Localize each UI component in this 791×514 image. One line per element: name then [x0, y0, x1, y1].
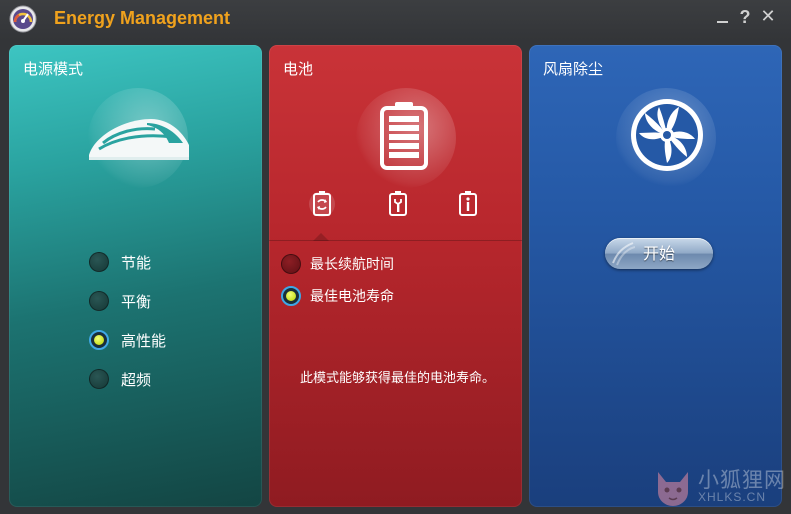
power-mode-panel: 电源模式 节能 平衡 高性能 超频	[9, 45, 262, 507]
radio-high-performance[interactable]	[89, 330, 109, 350]
power-option-label: 节能	[121, 253, 152, 272]
battery-mode-description: 此模式能够获得最佳的电池寿命。	[300, 371, 496, 386]
radio-best-lifespan[interactable]	[281, 286, 301, 306]
power-option-balanced[interactable]: 平衡	[89, 288, 151, 314]
help-button[interactable]: ?	[735, 6, 755, 28]
radio-longest-runtime[interactable]	[281, 254, 301, 274]
minimize-icon	[716, 21, 728, 23]
watermark: 小狐狸网 XHLKS.CN	[652, 466, 788, 512]
battery-info-icon[interactable]	[455, 188, 481, 218]
power-option-label: 平衡	[121, 292, 152, 311]
app-logo-icon	[9, 5, 37, 33]
radio-saving[interactable]	[89, 252, 109, 272]
app-title: Energy Management	[54, 8, 231, 28]
watermark-text-en: XHLKS.CN	[698, 490, 767, 504]
radio-balanced[interactable]	[89, 291, 109, 311]
minimize-button[interactable]	[712, 6, 732, 28]
battery-panel: 电池 最长续航时间 最佳电池寿命 此模式能够获得最佳的电池寿命。	[269, 45, 522, 507]
power-option-high-performance[interactable]: 高性能	[89, 327, 166, 353]
close-button[interactable]: ✕	[758, 6, 778, 28]
battery-refresh-icon[interactable]	[309, 188, 335, 218]
start-label: 开始	[642, 244, 675, 263]
train-icon	[89, 119, 189, 160]
power-option-saving[interactable]: 节能	[89, 249, 151, 275]
power-mode-title: 电源模式	[23, 60, 84, 78]
start-button[interactable]: 开始	[605, 238, 713, 269]
battery-option-label: 最佳电池寿命	[310, 289, 394, 305]
fan-dust-panel: 风扇除尘 开始	[529, 45, 782, 507]
title-bar: Energy Management ? ✕	[0, 0, 791, 40]
power-option-overclock[interactable]: 超频	[89, 366, 151, 392]
fox-icon	[658, 472, 688, 506]
battery-option-best-lifespan[interactable]: 最佳电池寿命	[281, 283, 394, 309]
battery-wrench-icon[interactable]	[385, 188, 411, 218]
power-option-label: 超频	[121, 370, 152, 389]
battery-option-label: 最长续航时间	[310, 257, 394, 273]
fan-icon	[631, 99, 703, 171]
battery-title: 电池	[283, 60, 314, 78]
battery-divider	[269, 240, 522, 241]
radio-overclock[interactable]	[89, 369, 109, 389]
battery-icon	[380, 102, 428, 170]
battery-option-longest-runtime[interactable]: 最长续航时间	[281, 251, 394, 277]
fan-dust-title: 风扇除尘	[543, 60, 604, 78]
power-option-label: 高性能	[121, 331, 167, 350]
